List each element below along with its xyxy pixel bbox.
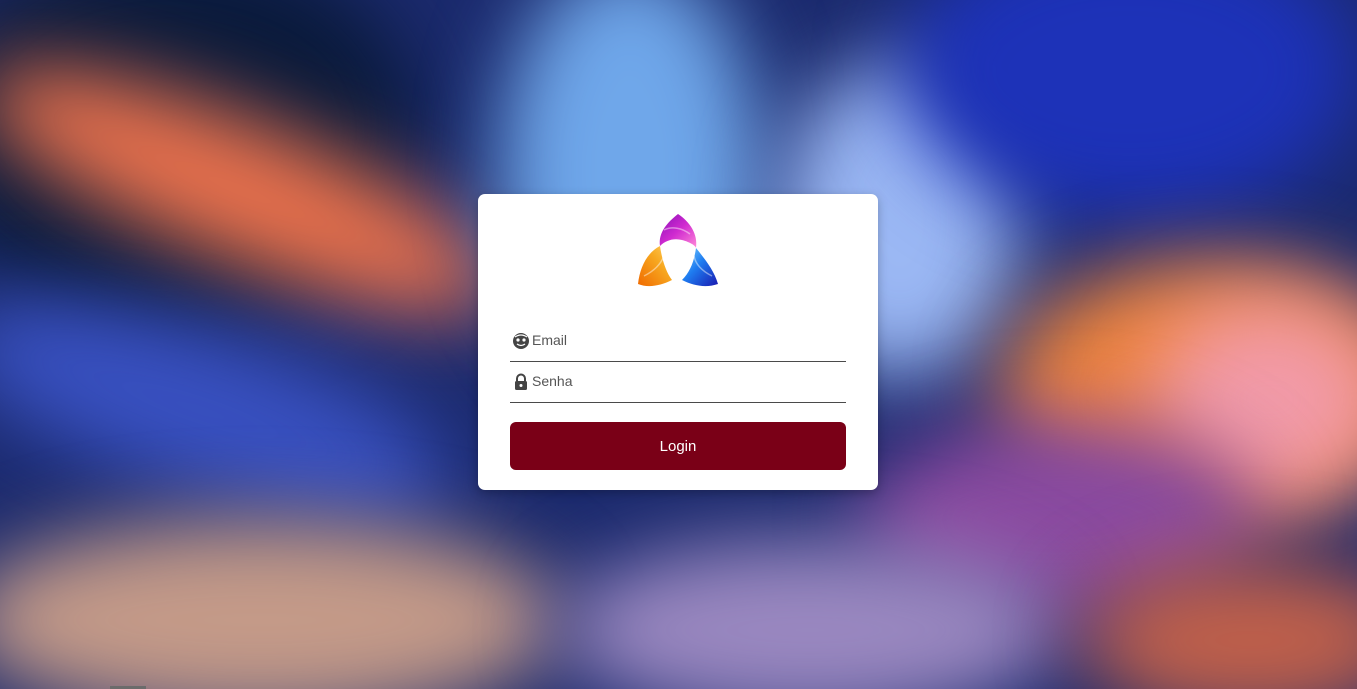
password-field-wrapper [510,362,846,403]
login-card: Login [478,194,878,490]
password-input[interactable] [532,370,842,392]
login-button[interactable]: Login [510,422,846,470]
face-icon [513,333,529,349]
email-field-wrapper [510,321,846,362]
lock-icon [515,373,527,390]
tri-petal-logo-icon [638,214,718,287]
email-input[interactable] [532,329,842,351]
